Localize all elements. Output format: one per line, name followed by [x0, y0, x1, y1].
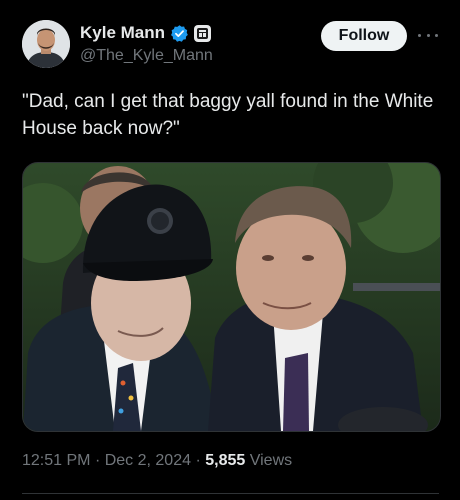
- meta-separator: ·: [94, 452, 101, 469]
- avatar-image: [22, 20, 70, 68]
- display-name[interactable]: Kyle Mann: [80, 23, 165, 43]
- photo-illustration: [23, 163, 440, 431]
- name-row: Kyle Mann: [80, 22, 300, 44]
- author-info: Kyle Mann @The_Kyle_Mann: [80, 22, 300, 65]
- affiliation-badge-icon[interactable]: [194, 24, 212, 42]
- views-count[interactable]: 5,855: [205, 452, 245, 469]
- divider: [22, 493, 439, 494]
- post-meta: 12:51 PM · Dec 2, 2024 · 5,855 Views: [22, 452, 292, 470]
- post-text: "Dad, can I get that baggy yall found in…: [22, 91, 434, 139]
- meta-separator-2: ·: [195, 452, 201, 469]
- avatar[interactable]: [22, 20, 70, 68]
- post-date[interactable]: Dec 2, 2024: [105, 452, 191, 469]
- post: Kyle Mann @The_Kyle_Mann Follow "Dad, ca: [0, 0, 460, 500]
- views-label: Views: [249, 452, 293, 469]
- more-options-icon[interactable]: [418, 30, 438, 40]
- follow-button[interactable]: Follow: [321, 21, 407, 51]
- handle[interactable]: @The_Kyle_Mann: [80, 47, 300, 65]
- post-image[interactable]: [22, 162, 441, 432]
- verified-checkmark-icon: [170, 24, 189, 43]
- post-time[interactable]: 12:51 PM: [22, 452, 90, 469]
